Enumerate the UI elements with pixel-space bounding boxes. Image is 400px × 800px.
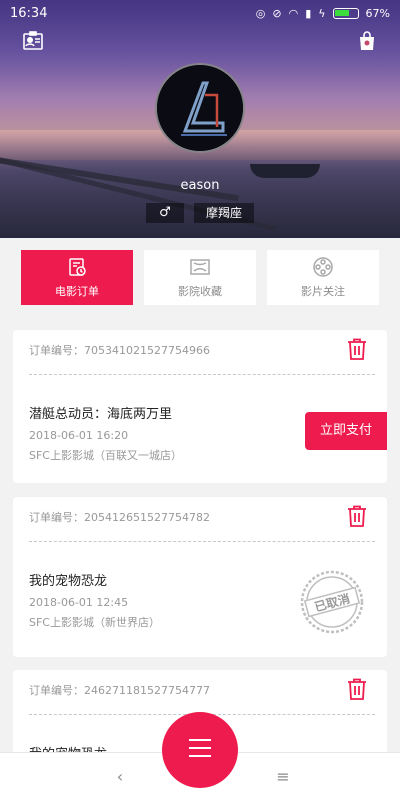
status-icons: ◎ ⊘ ◠ ▮ ϟ 67% [256,7,390,20]
dashed-divider [29,374,375,375]
movie-title: 我的宠物恐龙 [29,574,108,589]
battery-percent: 67% [365,6,390,20]
screen-icon [190,259,210,275]
recent-apps-icon[interactable]: ≡ [271,765,295,789]
trash-icon[interactable] [347,505,367,527]
wifi-icon: ◠ [288,6,299,20]
order-card: 订单编号：205412651527754782 我的宠物恐龙 2018-06-0… [13,497,387,657]
film-reel-icon [313,257,333,277]
order-number: 订单编号：205412651527754782 [29,511,210,524]
status-bar: 16:34 ◎ ⊘ ◠ ▮ ϟ 67% [0,0,400,26]
tab-label: 影片关注 [301,285,345,298]
zodiac-badge: 摩羯座 [194,203,254,223]
order-number: 订单编号：705341021527754966 [29,344,210,357]
battery-icon [332,7,359,19]
user-name: eason [180,178,220,193]
menu-icon [189,739,211,741]
cancelled-stamp: 已取消 [300,570,364,634]
trash-icon[interactable] [347,678,367,700]
id-card-icon[interactable] [22,30,44,52]
gender-badge: ♂ [146,203,184,223]
boat [250,164,320,178]
dashed-divider [29,541,375,542]
order-card: 订单编号：705341021527754966 潜艇总动员：海底两万里 2018… [13,330,387,483]
charging-icon: ϟ [318,6,326,20]
tab-film-follow[interactable]: 影片关注 [267,250,379,305]
show-time: 2018-06-01 16:20 [29,429,129,442]
shopping-bag-icon[interactable] [356,30,378,52]
cinema-name: SFC上影影城（新世界店） [29,616,160,629]
trash-icon[interactable] [347,338,367,360]
profile-header: 16:34 ◎ ⊘ ◠ ▮ ϟ 67% eason ♂ 摩羯座 [0,0,400,238]
movie-title: 潜艇总动员：海底两万里 [29,407,173,422]
pay-now-button[interactable]: 立即支付 [305,412,387,450]
order-number: 订单编号：246271181527754777 [29,684,210,697]
status-time: 16:34 [10,5,48,21]
signal-icon: ▮ [305,6,312,20]
tab-movie-orders[interactable]: 电影订单 [21,250,133,305]
menu-icon [189,755,211,757]
menu-icon [189,747,211,749]
tab-cinema-favorites[interactable]: 影院收藏 [144,250,256,305]
alarm-icon: ◎ [255,6,266,20]
cinema-name: SFC上影影城（百联又一城店） [29,449,182,462]
ticket-clock-icon [69,258,86,276]
show-time: 2018-06-01 12:45 [29,596,129,609]
back-icon[interactable]: ‹ [108,765,132,789]
tab-label: 影院收藏 [178,285,222,298]
avatar[interactable] [155,63,245,153]
menu-fab-button[interactable] [162,712,238,788]
do-not-disturb-icon: ⊘ [272,6,282,20]
tab-label: 电影订单 [55,285,99,298]
